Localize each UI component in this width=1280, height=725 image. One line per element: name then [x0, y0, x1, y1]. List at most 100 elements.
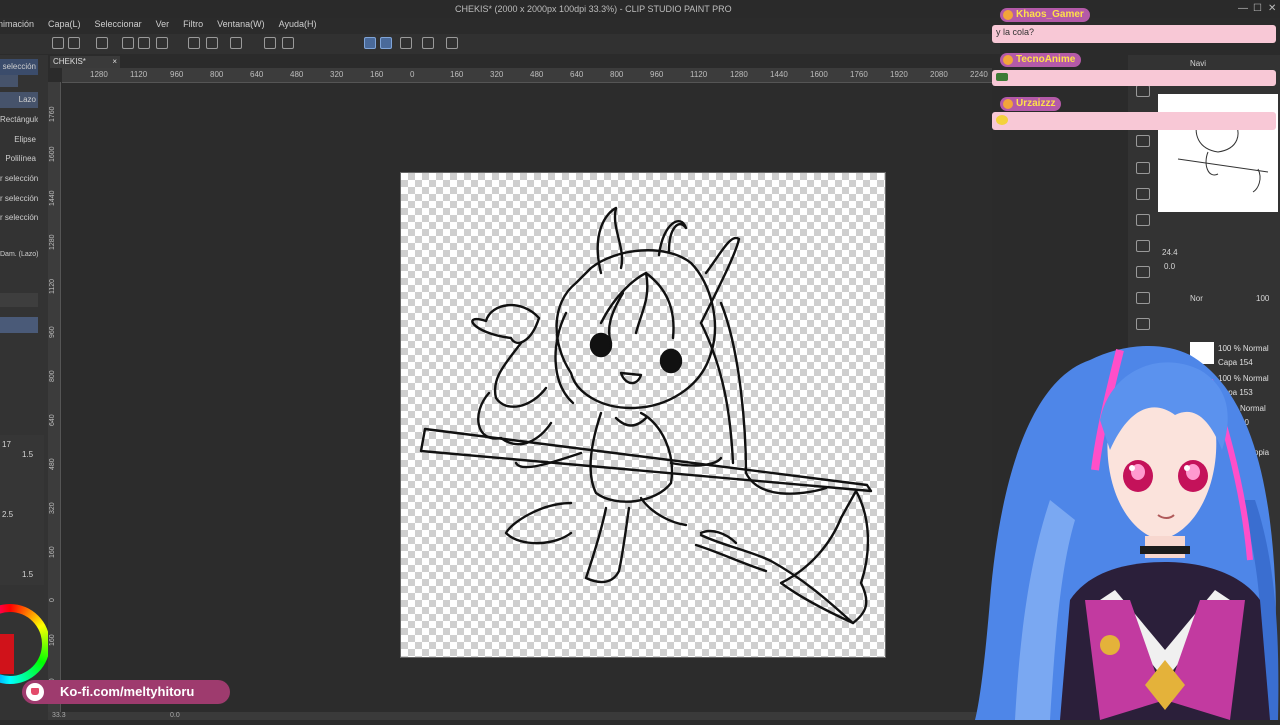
snap-special-ruler-icon[interactable]: [380, 37, 392, 49]
tablet-icon[interactable]: [422, 37, 434, 49]
transform-icon[interactable]: [282, 37, 294, 49]
command-bar: [0, 34, 1000, 54]
chat-message: [992, 112, 1276, 130]
ruler-tick-label: 320: [49, 502, 56, 514]
chat-message: y la cola?: [992, 25, 1276, 43]
brush-size-value: 1.5: [22, 570, 34, 579]
close-button[interactable]: ✕: [1268, 3, 1276, 14]
avatar-illustration: [975, 345, 1279, 720]
menu-icon[interactable]: [52, 37, 64, 49]
subtool-rectangulo[interactable]: Rectángulo: [0, 112, 38, 128]
subtool-lazo[interactable]: Lazo: [0, 92, 38, 108]
settings-icon[interactable]: [96, 37, 108, 49]
subtool-polilinea[interactable]: Polilínea: [0, 151, 38, 167]
ruler-tick-label: 640: [49, 414, 56, 426]
ruler-tick-label: 1440: [770, 70, 788, 79]
chat-username: TecnoAnime: [1000, 53, 1082, 67]
ruler-tick-label: 160: [370, 70, 384, 79]
ruler-tick-label: 640: [570, 70, 584, 79]
rotate-value[interactable]: 0.0: [1164, 262, 1175, 271]
material-icon[interactable]: [1136, 266, 1150, 278]
maximize-button[interactable]: ☐: [1253, 3, 1262, 14]
subtool-selection-1[interactable]: r selección: [0, 171, 38, 187]
pen-icon[interactable]: [400, 37, 412, 49]
navigator-tab-label[interactable]: Navi: [1190, 59, 1206, 68]
ruler-tick-label: 960: [650, 70, 664, 79]
tab-chekis[interactable]: CHEKIS* ×: [50, 56, 120, 68]
kofi-banner[interactable]: Ko-fi.com/meltyhitoru: [22, 680, 230, 704]
horizontal-ruler: 1280 1120 960 800 640 480 320 160 0 160 …: [62, 68, 992, 83]
chat-username-text: TecnoAnime: [1016, 54, 1076, 65]
sketch-artwork: [419, 206, 873, 625]
new-canvas-icon[interactable]: [68, 37, 80, 49]
ruler-tick-label: 160: [450, 70, 464, 79]
redo-icon[interactable]: [206, 37, 218, 49]
zoom-value[interactable]: 24.4: [1162, 248, 1178, 257]
menu-seleccionar[interactable]: Seleccionar: [95, 19, 142, 33]
tab-label: CHEKIS*: [53, 57, 86, 66]
subtool-selection-2[interactable]: r selección: [0, 191, 38, 207]
ruler-tick-label: 480: [530, 70, 544, 79]
ruler-tick-label: 0: [410, 70, 415, 79]
ruler-tick-label: 160: [49, 634, 56, 646]
tool-property-label: Dam. (Lazo): [0, 251, 38, 258]
ruler-tick-label: 1280: [90, 70, 108, 79]
subtool-elipse[interactable]: Elipse: [0, 132, 38, 148]
chat-badge-icon: [1003, 99, 1013, 109]
menu-capa[interactable]: Capa(L): [48, 19, 81, 33]
brush-size-value: 17: [2, 440, 11, 449]
subtool-group-header: selección: [0, 59, 38, 75]
save-icon[interactable]: [156, 37, 168, 49]
ruler-tick-label: 1600: [49, 146, 56, 162]
ruler-tick-label: 960: [49, 326, 56, 338]
snap-ruler-icon[interactable]: [364, 37, 376, 49]
minimize-button[interactable]: —: [1238, 3, 1248, 14]
ruler-tick-label: 320: [330, 70, 344, 79]
new-file-icon[interactable]: [122, 37, 134, 49]
menu-ayuda[interactable]: Ayuda(H): [279, 19, 317, 33]
chat-username: Khaos_Gamer: [1000, 8, 1090, 22]
ruler-tick-label: 800: [210, 70, 224, 79]
vtuber-avatar: [960, 300, 1280, 720]
status-bar: 33.3 0.0: [48, 712, 988, 720]
ruler-tick-label: 1920: [890, 70, 908, 79]
main-color-swatch[interactable]: [0, 634, 14, 674]
menu-ventana[interactable]: Ventana(W): [217, 19, 265, 33]
ruler-tick-label: 160: [49, 546, 56, 558]
kofi-link[interactable]: Ko-fi.com/meltyhitoru: [60, 684, 194, 699]
ruler-tick-label: 480: [49, 458, 56, 470]
ruler-tick-label: 2080: [930, 70, 948, 79]
navigator-panel-icon[interactable]: [1136, 85, 1150, 97]
tool-mode-row[interactable]: [0, 317, 38, 333]
ruler-tick-label: 320: [490, 70, 504, 79]
close-panel-icon[interactable]: [1136, 135, 1150, 147]
tab-close-icon[interactable]: ×: [112, 56, 117, 68]
ruler-tick-label: 960: [170, 70, 184, 79]
zoom-readout: 33.3: [52, 712, 66, 719]
layer-panel-icon[interactable]: [1136, 162, 1150, 174]
tool-preset-row[interactable]: [0, 293, 38, 307]
layer-property-icon[interactable]: [1136, 188, 1150, 200]
loading-icon[interactable]: [230, 37, 242, 49]
help-icon[interactable]: [446, 37, 458, 49]
fill-icon[interactable]: [264, 37, 276, 49]
history-icon[interactable]: [1136, 214, 1150, 226]
menu-animacion[interactable]: Animación: [0, 19, 34, 33]
ruler-tick-label: 1280: [730, 70, 748, 79]
ruler-tick-label: 1280: [49, 234, 56, 250]
sub-view-icon[interactable]: [1136, 240, 1150, 252]
subtool-selection-3[interactable]: r selección: [0, 210, 38, 226]
emote-icon: [996, 115, 1008, 125]
menu-bar: Animación Capa(L) Seleccionar Ver Filtro…: [0, 19, 316, 33]
menu-filtro[interactable]: Filtro: [183, 19, 203, 33]
menu-ver[interactable]: Ver: [156, 19, 170, 33]
drawing-canvas[interactable]: [400, 172, 886, 658]
ruler-tick-label: 1600: [810, 70, 828, 79]
ruler-tick-label: 2240: [970, 70, 988, 79]
undo-icon[interactable]: [188, 37, 200, 49]
chat-message-text: y la cola?: [996, 27, 1035, 37]
ruler-tick-label: 1440: [49, 190, 56, 206]
subtool-group-tab[interactable]: [0, 75, 18, 87]
coffee-cup-icon: [26, 683, 44, 701]
open-file-icon[interactable]: [138, 37, 150, 49]
